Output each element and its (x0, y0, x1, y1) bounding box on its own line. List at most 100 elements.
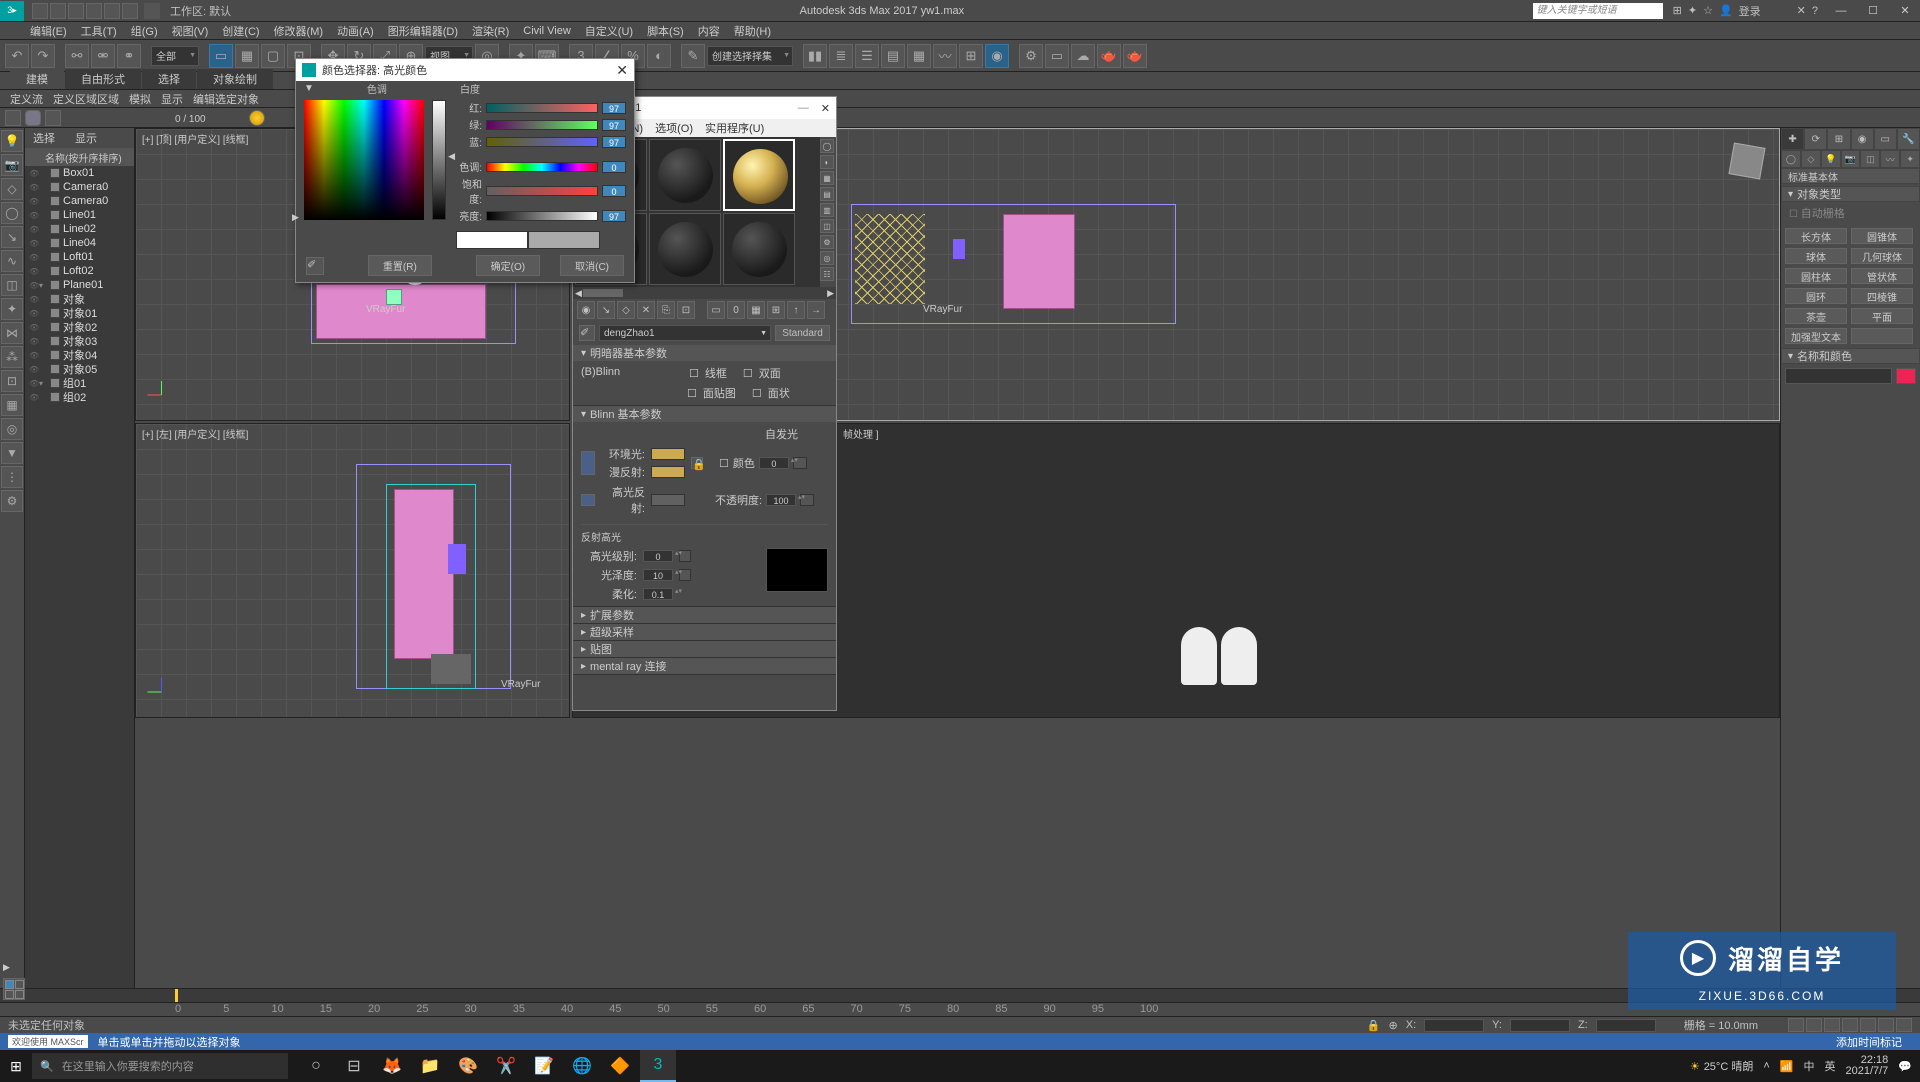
save-icon[interactable] (68, 3, 84, 19)
b-slider[interactable] (486, 137, 598, 147)
cancel-button[interactable]: 取消(C) (560, 255, 624, 276)
make-copy-button[interactable]: ⎘ (657, 301, 675, 319)
primitive-button[interactable]: 四棱锥 (1851, 288, 1913, 304)
state-sets-button[interactable]: ☁ (1071, 44, 1095, 68)
collab-icon[interactable]: ⊞ (1673, 4, 1682, 17)
taskbar-search[interactable]: 🔍 在这里输入你要搜索的内容 (32, 1053, 288, 1079)
selfillum-color-label[interactable]: 颜色 (733, 455, 755, 471)
select-name-button[interactable]: ▦ (235, 44, 259, 68)
cloud-icon[interactable] (25, 110, 41, 126)
misc-icon[interactable]: ⋮ (1, 466, 23, 488)
scene-row[interactable]: 👁Loft02 (25, 264, 134, 278)
grid-icon[interactable]: ▦ (1, 394, 23, 416)
cascade-icon[interactable] (5, 110, 21, 126)
edit-icon[interactable] (45, 110, 61, 126)
primitive-button[interactable] (1851, 328, 1913, 344)
3dsmax-taskbar-icon[interactable]: 3 (640, 1050, 676, 1082)
redo-button[interactable]: ↷ (31, 44, 55, 68)
backlight-button[interactable]: ◐ (820, 155, 834, 169)
target-icon[interactable]: ◎ (1, 418, 23, 440)
paint-icon[interactable]: 🎨 (450, 1050, 486, 1082)
ime-zh[interactable]: 中 (1803, 1058, 1814, 1074)
select-rect-button[interactable]: ▢ (261, 44, 285, 68)
scene-row[interactable]: 👁Box01 (25, 166, 134, 180)
menu-content[interactable]: 内容 (698, 23, 720, 39)
put-to-scene-button[interactable]: ↘ (597, 301, 615, 319)
b-value[interactable]: 97 (602, 136, 626, 148)
menu-help[interactable]: 帮助(H) (734, 23, 771, 39)
notifications-icon[interactable]: 💬 (1898, 1060, 1912, 1073)
speclevel-spinner[interactable]: 0 (643, 550, 673, 562)
g-value[interactable]: 97 (602, 119, 626, 131)
coord-y-input[interactable] (1510, 1019, 1570, 1032)
explorer-icon[interactable]: 📁 (412, 1050, 448, 1082)
unlink-button[interactable]: ⚮ (91, 44, 115, 68)
material-minimize-button[interactable]: — (798, 102, 809, 114)
geom-type-rollout[interactable]: 标准基本体 (1781, 168, 1920, 184)
bulb-icon[interactable]: 💡 (1, 130, 23, 152)
specular-swatch[interactable] (651, 494, 685, 506)
scene-head-display[interactable]: 显示 (75, 130, 97, 146)
align-button[interactable]: ≣ (829, 44, 853, 68)
selfillum-spinner[interactable]: 0 (759, 457, 789, 469)
blinn-rollout-head[interactable]: ▾ Blinn 基本参数 (573, 406, 836, 422)
menu-rendering[interactable]: 渲染(R) (472, 23, 509, 39)
reset-button[interactable]: 重置(R) (368, 255, 432, 276)
primitive-button[interactable]: 圆柱体 (1785, 268, 1847, 284)
go-to-parent-button[interactable]: ↑ (787, 301, 805, 319)
tab-freeform[interactable]: 自由形式 (65, 69, 141, 89)
primitive-button[interactable]: 长方体 (1785, 228, 1847, 244)
motion-tab[interactable]: ◉ (1851, 128, 1874, 150)
user-icon[interactable]: 👤 (1719, 4, 1733, 17)
selection-filter-combo[interactable]: 全部 (151, 46, 199, 66)
primitive-button[interactable]: 管状体 (1851, 268, 1913, 284)
dummy-icon[interactable]: ⊡ (1, 370, 23, 392)
scene-row[interactable]: 👁对象01 (25, 306, 134, 320)
material-editor-button[interactable]: ◉ (985, 44, 1009, 68)
s-value[interactable]: 0 (602, 185, 626, 197)
preview-button[interactable]: ◫ (820, 219, 834, 233)
next-frame-button[interactable] (1842, 1018, 1858, 1032)
menu-animation[interactable]: 动画(A) (337, 23, 374, 39)
network-icon[interactable]: 📶 (1780, 1060, 1794, 1073)
material-close-button[interactable]: ✕ (821, 102, 830, 115)
goto-start-button[interactable] (1788, 1018, 1804, 1032)
background-button[interactable]: ▦ (820, 171, 834, 185)
viewport-left-label[interactable]: [+] [左] [用户定义] [线框] (142, 426, 248, 441)
snip-icon[interactable]: ✂️ (488, 1050, 524, 1082)
diffuse-swatch[interactable] (651, 466, 685, 478)
bone-icon[interactable]: ⋈ (1, 322, 23, 344)
curve-editor-button[interactable]: 〰 (933, 44, 957, 68)
firefox-icon[interactable]: 🦊 (374, 1050, 410, 1082)
video-check-button[interactable]: ▥ (820, 203, 834, 217)
scene-list-header[interactable]: 名称(按升序排序) (25, 148, 134, 166)
scene-row[interactable]: 👁Camera0 (25, 194, 134, 208)
workspace-label[interactable]: 工作区: 默认 (170, 3, 231, 19)
start-button[interactable]: ⊞ (0, 1050, 32, 1082)
tab-modeling[interactable]: 建模 (10, 69, 64, 89)
scene-row[interactable]: 👁对象04 (25, 348, 134, 362)
close-button[interactable]: ✕ (1890, 2, 1920, 20)
viewport-layout-button[interactable] (3, 978, 25, 1000)
create-light-tab[interactable]: 💡 (1821, 150, 1841, 168)
render-button[interactable]: 🫖 (1097, 44, 1121, 68)
primitive-button[interactable]: 平面 (1851, 308, 1913, 324)
ime-en[interactable]: 英 (1824, 1058, 1835, 1074)
create-shape-tab[interactable]: ◇ (1801, 150, 1821, 168)
h-value[interactable]: 0 (602, 161, 626, 173)
material-menu-2[interactable]: 选项(O) (655, 120, 693, 136)
show-end-button[interactable]: ⊞ (767, 301, 785, 319)
make-unique-button[interactable]: ⊡ (677, 301, 695, 319)
scene-row[interactable]: 👁Camera0 (25, 180, 134, 194)
minimize-button[interactable]: — (1826, 2, 1856, 20)
gear-icon[interactable]: ⚙ (1, 490, 23, 512)
exchange-icon[interactable]: ✕ (1797, 4, 1806, 17)
helper-icon[interactable]: ◫ (1, 274, 23, 296)
material-type-button[interactable]: Standard (775, 325, 830, 341)
redo-icon[interactable] (104, 3, 120, 19)
layer-explorer-button[interactable]: ▤ (881, 44, 905, 68)
scene-row[interactable]: 👁Line04 (25, 236, 134, 250)
primitive-button[interactable]: 球体 (1785, 248, 1847, 264)
arrow-icon[interactable]: ↘ (1, 226, 23, 248)
put-library-button[interactable]: ▭ (707, 301, 725, 319)
